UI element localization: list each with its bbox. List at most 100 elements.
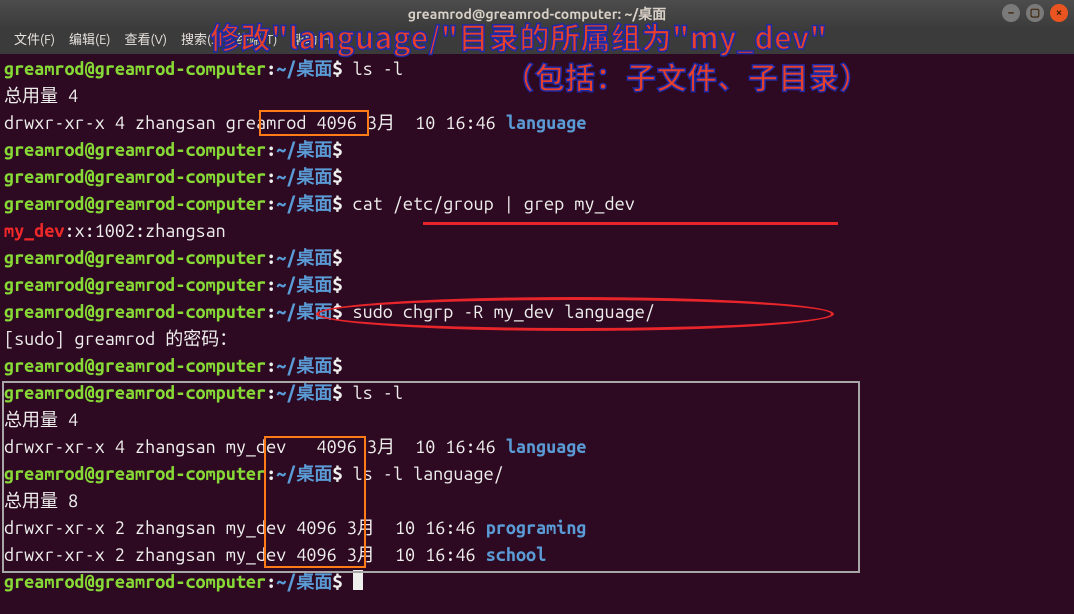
menu-edit[interactable]: 编辑(E): [63, 29, 116, 53]
prompt-path: 桌面: [296, 194, 332, 214]
prompt-colon: :: [266, 383, 276, 403]
ls-dirname: language: [506, 113, 587, 133]
output-text: 总用量 8: [4, 491, 78, 511]
prompt-path: 桌面: [296, 248, 332, 268]
close-button[interactable]: ×: [1050, 4, 1068, 22]
prompt-dollar: $: [332, 356, 342, 376]
terminal-line: greamrod@greamrod-computer:~/桌面$ ls -l l…: [4, 461, 1070, 488]
prompt-tilde: ~/: [276, 275, 296, 295]
terminal-line: drwxr-xr-x 2 zhangsan my_dev 4096 3月 10 …: [4, 542, 1070, 569]
terminal-line: greamrod@greamrod-computer:~/桌面$ sudo ch…: [4, 299, 1070, 326]
prompt-tilde: ~/: [276, 464, 296, 484]
ls-perm: drwxr-xr-x 4 zhangsan: [4, 437, 226, 457]
command-text: sudo chgrp -R my_dev language/: [342, 302, 654, 322]
ls-perm: drwxr-xr-x 4 zhangsan: [4, 113, 226, 133]
prompt-colon: :: [266, 464, 276, 484]
prompt-user: greamrod@greamrod-computer: [4, 572, 266, 592]
prompt-colon: :: [266, 248, 276, 268]
prompt-path: 桌面: [296, 383, 332, 403]
output-text: 总用量 4: [4, 410, 78, 430]
prompt-path: 桌面: [296, 356, 332, 376]
prompt-tilde: ~/: [276, 248, 296, 268]
prompt-tilde: ~/: [276, 59, 296, 79]
ls-meta: 4096 3月 10 16:46: [286, 545, 485, 565]
prompt-colon: :: [266, 356, 276, 376]
prompt-dollar: $: [332, 383, 342, 403]
terminal-line: drwxr-xr-x 4 zhangsan my_dev 4096 3月 10 …: [4, 434, 1070, 461]
terminal-line: greamrod@greamrod-computer:~/桌面$: [4, 164, 1070, 191]
maximize-button[interactable]: ▢: [1026, 4, 1044, 22]
prompt-path: 桌面: [296, 302, 332, 322]
prompt-user: greamrod@greamrod-computer: [4, 140, 266, 160]
terminal-line: greamrod@greamrod-computer:~/桌面$: [4, 569, 1070, 596]
prompt-user: greamrod@greamrod-computer: [4, 275, 266, 295]
prompt-tilde: ~/: [276, 572, 296, 592]
command-text: ls -l: [342, 59, 402, 79]
prompt-tilde: ~/: [276, 140, 296, 160]
prompt-path: 桌面: [296, 464, 332, 484]
ls-group: greamrod: [226, 113, 307, 133]
ls-dirname: school: [486, 545, 546, 565]
command-text: cat /etc/group | grep my_dev: [342, 194, 634, 214]
prompt-tilde: ~/: [276, 302, 296, 322]
prompt-colon: :: [266, 572, 276, 592]
prompt-user: greamrod@greamrod-computer: [4, 383, 266, 403]
terminal-line: [sudo] greamrod 的密码：: [4, 326, 1070, 353]
terminal-line: drwxr-xr-x 4 zhangsan greamrod 4096 3月 1…: [4, 110, 1070, 137]
terminal-line: 总用量 4: [4, 83, 1070, 110]
ls-group: my_dev: [226, 518, 286, 538]
menu-file[interactable]: 文件(F): [8, 29, 61, 53]
prompt-dollar: $: [332, 572, 342, 592]
ls-perm: drwxr-xr-x 2 zhangsan: [4, 545, 226, 565]
prompt-tilde: ~/: [276, 356, 296, 376]
ls-meta: 4096 3月 10 16:46: [306, 113, 505, 133]
prompt-dollar: $: [332, 194, 342, 214]
menu-search[interactable]: 搜索(S): [175, 29, 228, 53]
prompt-tilde: ~/: [276, 383, 296, 403]
terminal-line: greamrod@greamrod-computer:~/桌面$ cat /et…: [4, 191, 1070, 218]
prompt-user: greamrod@greamrod-computer: [4, 59, 266, 79]
window-controls: – ▢ ×: [1002, 4, 1068, 22]
prompt-colon: :: [266, 140, 276, 160]
terminal-line: 总用量 4: [4, 407, 1070, 434]
prompt-user: greamrod@greamrod-computer: [4, 194, 266, 214]
prompt-colon: :: [266, 302, 276, 322]
terminal-line: greamrod@greamrod-computer:~/桌面$: [4, 137, 1070, 164]
minimize-button[interactable]: –: [1002, 4, 1020, 22]
cursor: [353, 570, 363, 590]
prompt-user: greamrod@greamrod-computer: [4, 167, 266, 187]
prompt-colon: :: [266, 275, 276, 295]
prompt-tilde: ~/: [276, 167, 296, 187]
terminal-line: greamrod@greamrod-computer:~/桌面$ ls -l: [4, 56, 1070, 83]
terminal-line: greamrod@greamrod-computer:~/桌面$: [4, 272, 1070, 299]
prompt-user: greamrod@greamrod-computer: [4, 464, 266, 484]
prompt-path: 桌面: [296, 275, 332, 295]
prompt-dollar: $: [332, 59, 342, 79]
prompt-path: 桌面: [296, 59, 332, 79]
terminal-line: greamrod@greamrod-computer:~/桌面$ ls -l: [4, 380, 1070, 407]
titlebar: greamrod@greamrod-computer: ~/桌面 – ▢ ×: [0, 0, 1074, 28]
prompt-dollar: $: [332, 167, 342, 187]
ls-meta: 4096 3月 10 16:46: [306, 437, 505, 457]
prompt-dollar: $: [332, 302, 342, 322]
prompt-dollar: $: [332, 140, 342, 160]
prompt-dollar: $: [332, 248, 342, 268]
terminal-area[interactable]: greamrod@greamrod-computer:~/桌面$ ls -l总用…: [0, 54, 1074, 600]
ls-meta: 4096 3月 10 16:46: [286, 518, 485, 538]
menubar: 文件(F) 编辑(E) 查看(V) 搜索(S) 终端(T) 帮助(H): [0, 28, 1074, 54]
command-text: ls -l: [342, 383, 402, 403]
output-text: [sudo] greamrod 的密码：: [4, 329, 237, 349]
prompt-colon: :: [266, 167, 276, 187]
window-title: greamrod@greamrod-computer: ~/桌面: [408, 4, 666, 25]
menu-help[interactable]: 帮助(H): [285, 29, 340, 53]
menu-terminal[interactable]: 终端(T): [230, 29, 283, 53]
terminal-line: 总用量 8: [4, 488, 1070, 515]
prompt-path: 桌面: [296, 140, 332, 160]
terminal-line: greamrod@greamrod-computer:~/桌面$: [4, 245, 1070, 272]
ls-group: my_dev: [226, 545, 286, 565]
menu-view[interactable]: 查看(V): [119, 29, 173, 53]
prompt-colon: :: [266, 194, 276, 214]
prompt-user: greamrod@greamrod-computer: [4, 248, 266, 268]
grep-match: my_dev: [4, 221, 64, 241]
grep-rest: :x:1002:zhangsan: [64, 221, 225, 241]
